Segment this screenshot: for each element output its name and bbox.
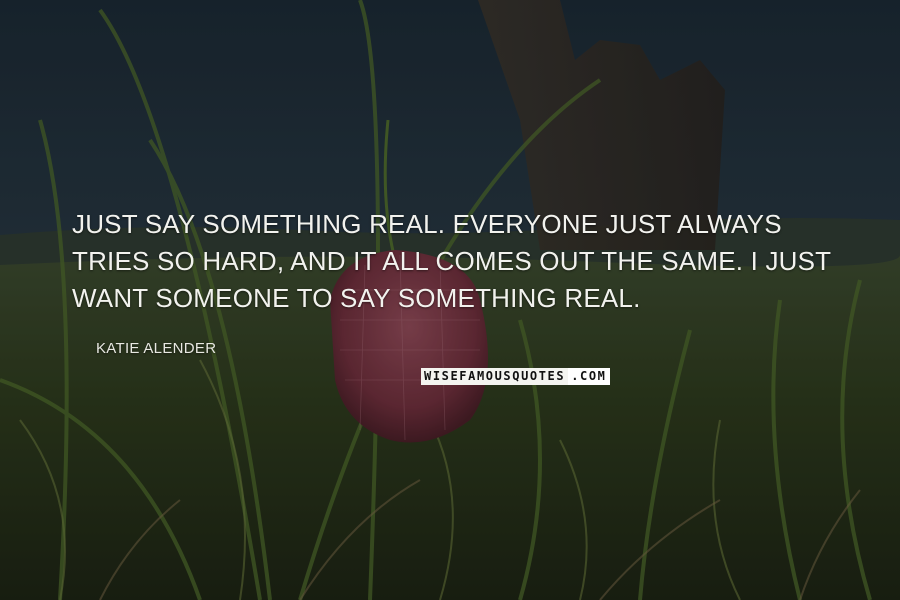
watermark-part2: .COM (568, 368, 610, 385)
watermark-part1: WISEFAMOUSQUOTES (421, 368, 569, 385)
quote-text: Just say something real. Everyone just a… (72, 209, 831, 313)
quote-author: Katie Alender (96, 340, 217, 357)
watermark-logo: WISEFAMOUSQUOTES .COM (421, 368, 610, 385)
